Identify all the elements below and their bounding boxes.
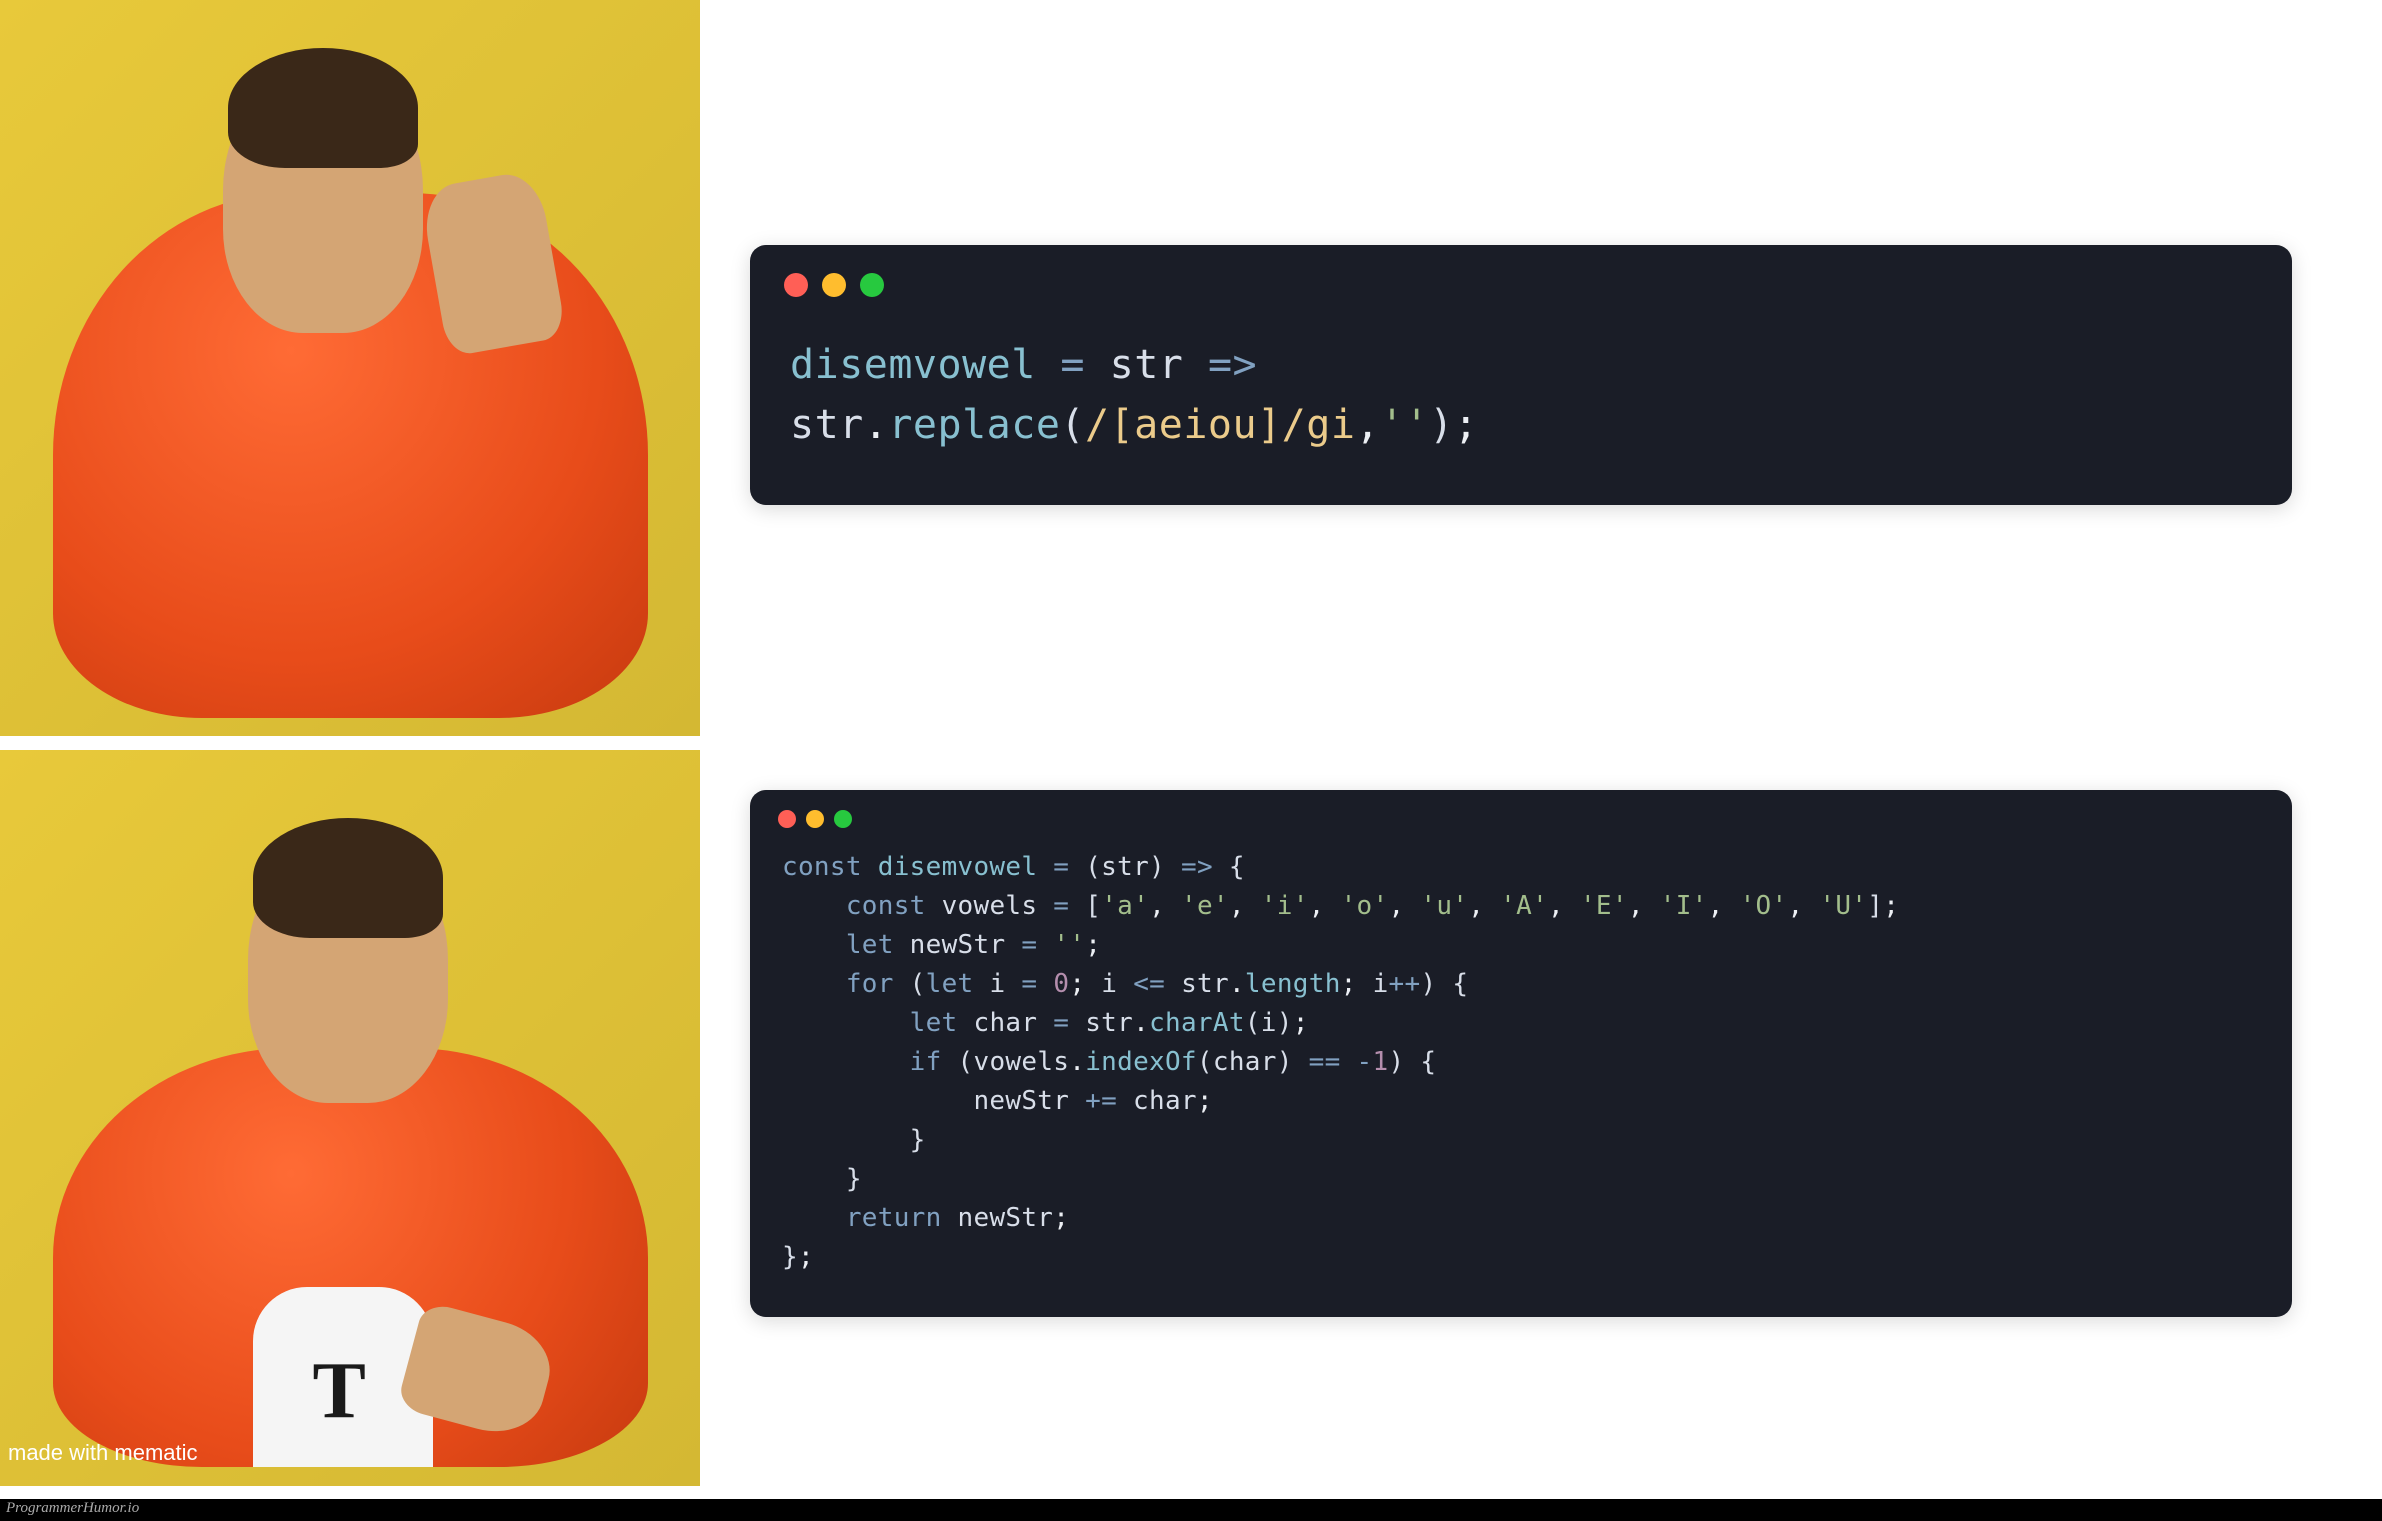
hair-icon bbox=[228, 48, 418, 168]
maximize-icon bbox=[860, 273, 884, 297]
maximize-icon bbox=[834, 810, 852, 828]
meme-panel-reject bbox=[0, 0, 700, 740]
figure-approving: T bbox=[53, 768, 648, 1467]
minimize-icon bbox=[806, 810, 824, 828]
code-block-verbose: const disemvowel = (str) => { const vowe… bbox=[750, 834, 2292, 1297]
footer-bar: ProgrammerHumor.io bbox=[0, 1499, 2382, 1521]
figure-rejecting bbox=[53, 18, 648, 717]
minimize-icon bbox=[822, 273, 846, 297]
code-side-top: disemvowel = str => str.replace(/[aeiou]… bbox=[700, 0, 2382, 750]
watermark-source: ProgrammerHumor.io bbox=[6, 1500, 139, 1517]
code-window-concise: disemvowel = str => str.replace(/[aeiou]… bbox=[750, 245, 2292, 505]
meme-container: disemvowel = str => str.replace(/[aeiou]… bbox=[0, 0, 2382, 1521]
watermark-mematic: made with mematic bbox=[8, 1440, 198, 1466]
close-icon bbox=[778, 810, 796, 828]
bottom-row: T made with mematic const disemvowel = (… bbox=[0, 750, 2382, 1500]
code-window-verbose: const disemvowel = (str) => { const vowe… bbox=[750, 790, 2292, 1317]
traffic-lights bbox=[750, 245, 2292, 307]
hair-icon bbox=[253, 818, 443, 938]
traffic-lights bbox=[750, 790, 2292, 834]
close-icon bbox=[784, 273, 808, 297]
top-row: disemvowel = str => str.replace(/[aeiou]… bbox=[0, 0, 2382, 750]
tesla-logo-icon: T bbox=[313, 1346, 366, 1437]
code-side-bottom: const disemvowel = (str) => { const vowe… bbox=[700, 750, 2382, 1500]
meme-panel-approve: T made with mematic bbox=[0, 750, 700, 1490]
code-block-concise: disemvowel = str => str.replace(/[aeiou]… bbox=[750, 307, 2292, 485]
